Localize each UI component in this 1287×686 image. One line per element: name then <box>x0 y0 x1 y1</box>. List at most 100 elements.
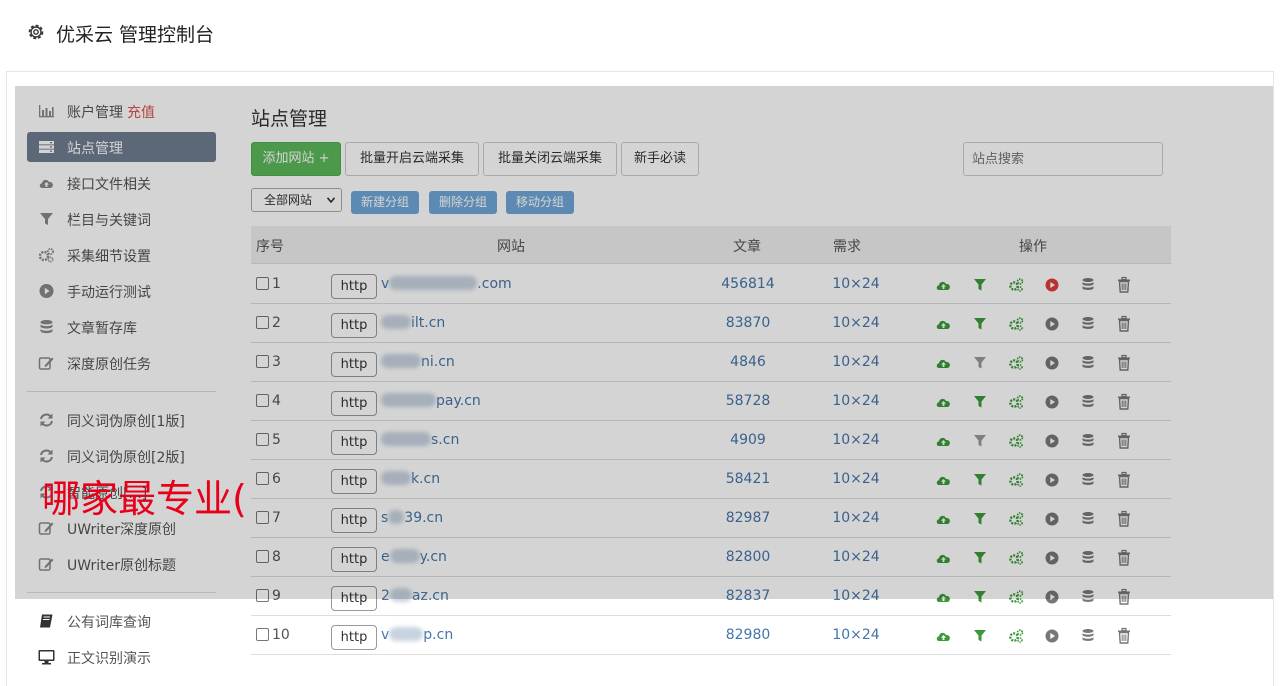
article-count-link[interactable]: 58421 <box>703 471 793 487</box>
protocol-badge[interactable]: http <box>331 430 377 455</box>
trash-icon[interactable] <box>1115 549 1133 567</box>
row-checkbox[interactable] <box>256 589 269 602</box>
filter-icon[interactable] <box>971 432 989 450</box>
sidebar-item-manual-test[interactable]: 手动运行测试 <box>27 276 216 306</box>
group-select[interactable]: 全部网站 <box>251 188 342 212</box>
cloud-upload-icon[interactable] <box>935 588 953 606</box>
article-count-link[interactable]: 82987 <box>703 510 793 526</box>
row-checkbox[interactable] <box>256 472 269 485</box>
trash-icon[interactable] <box>1115 276 1133 294</box>
site-domain-link[interactable]: k.cn <box>381 471 440 487</box>
cogs-icon[interactable] <box>1007 432 1025 450</box>
sidebar-item-uwriter-title[interactable]: UWriter原创标题 <box>27 549 216 579</box>
row-checkbox[interactable] <box>256 355 269 368</box>
delete-group-button[interactable]: 删除分组 <box>429 191 497 214</box>
play-circle-icon[interactable] <box>1043 510 1061 528</box>
play-circle-icon[interactable] <box>1043 627 1061 645</box>
sidebar-item-collect-settings[interactable]: 采集细节设置 <box>27 240 216 270</box>
sidebar-item-interface[interactable]: 接口文件相关 <box>27 168 216 198</box>
filter-icon[interactable] <box>971 471 989 489</box>
cloud-upload-icon[interactable] <box>935 393 953 411</box>
protocol-badge[interactable]: http <box>331 586 377 611</box>
play-circle-icon[interactable] <box>1043 588 1061 606</box>
site-search-input[interactable] <box>963 142 1163 176</box>
demand-link[interactable]: 10×24 <box>811 354 901 370</box>
site-domain-link[interactable]: s 39.cn <box>381 510 443 526</box>
trash-icon[interactable] <box>1115 510 1133 528</box>
cogs-icon[interactable] <box>1007 627 1025 645</box>
protocol-badge[interactable]: http <box>331 313 377 338</box>
article-count-link[interactable]: 82800 <box>703 549 793 565</box>
demand-link[interactable]: 10×24 <box>811 393 901 409</box>
demand-link[interactable]: 10×24 <box>811 627 901 643</box>
play-circle-icon[interactable] <box>1043 393 1061 411</box>
play-circle-icon[interactable] <box>1043 315 1061 333</box>
filter-icon[interactable] <box>971 627 989 645</box>
cogs-icon[interactable] <box>1007 276 1025 294</box>
site-domain-link[interactable]: pay.cn <box>381 393 481 409</box>
trash-icon[interactable] <box>1115 315 1133 333</box>
row-checkbox[interactable] <box>256 277 269 290</box>
row-checkbox[interactable] <box>256 433 269 446</box>
database-icon[interactable] <box>1079 471 1097 489</box>
play-circle-icon[interactable] <box>1043 276 1061 294</box>
trash-icon[interactable] <box>1115 393 1133 411</box>
sidebar-item-public-lexicon[interactable]: 公有词库查询 <box>27 606 216 636</box>
protocol-badge[interactable]: http <box>331 508 377 533</box>
protocol-badge[interactable]: http <box>331 391 377 416</box>
cogs-icon[interactable] <box>1007 315 1025 333</box>
demand-link[interactable]: 10×24 <box>811 588 901 604</box>
sidebar-item-text-recognition[interactable]: 正文识别演示 <box>27 642 216 672</box>
cloud-upload-icon[interactable] <box>935 510 953 528</box>
play-circle-icon[interactable] <box>1043 471 1061 489</box>
database-icon[interactable] <box>1079 354 1097 372</box>
site-domain-link[interactable]: s.cn <box>381 432 459 448</box>
filter-icon[interactable] <box>971 510 989 528</box>
cloud-upload-icon[interactable] <box>935 432 953 450</box>
database-icon[interactable] <box>1079 276 1097 294</box>
trash-icon[interactable] <box>1115 354 1133 372</box>
site-domain-link[interactable]: v .com <box>381 276 512 292</box>
article-count-link[interactable]: 82980 <box>703 627 793 643</box>
cogs-icon[interactable] <box>1007 549 1025 567</box>
trash-icon[interactable] <box>1115 471 1133 489</box>
play-circle-icon[interactable] <box>1043 432 1061 450</box>
article-count-link[interactable]: 456814 <box>703 276 793 292</box>
demand-link[interactable]: 10×24 <box>811 471 901 487</box>
cloud-upload-icon[interactable] <box>935 315 953 333</box>
database-icon[interactable] <box>1079 393 1097 411</box>
play-circle-icon[interactable] <box>1043 354 1061 372</box>
protocol-badge[interactable]: http <box>331 625 377 650</box>
database-icon[interactable] <box>1079 510 1097 528</box>
article-count-link[interactable]: 4846 <box>703 354 793 370</box>
database-icon[interactable] <box>1079 627 1097 645</box>
new-group-button[interactable]: 新建分组 <box>351 191 419 214</box>
database-icon[interactable] <box>1079 588 1097 606</box>
cloud-upload-icon[interactable] <box>935 627 953 645</box>
article-count-link[interactable]: 83870 <box>703 315 793 331</box>
cloud-upload-icon[interactable] <box>935 276 953 294</box>
row-checkbox[interactable] <box>256 511 269 524</box>
beginner-guide-button[interactable]: 新手必读 <box>621 142 699 176</box>
filter-icon[interactable] <box>971 315 989 333</box>
demand-link[interactable]: 10×24 <box>811 549 901 565</box>
play-circle-icon[interactable] <box>1043 549 1061 567</box>
cogs-icon[interactable] <box>1007 510 1025 528</box>
cogs-icon[interactable] <box>1007 471 1025 489</box>
add-site-button[interactable]: 添加网站 + <box>251 142 341 176</box>
filter-icon[interactable] <box>971 354 989 372</box>
sidebar-item-deep-original[interactable]: 深度原创任务 <box>27 348 216 378</box>
recharge-link[interactable]: 充值 <box>127 105 155 121</box>
cogs-icon[interactable] <box>1007 588 1025 606</box>
trash-icon[interactable] <box>1115 588 1133 606</box>
article-count-link[interactable]: 4909 <box>703 432 793 448</box>
protocol-badge[interactable]: http <box>331 352 377 377</box>
cogs-icon[interactable] <box>1007 393 1025 411</box>
site-domain-link[interactable]: e y.cn <box>381 549 447 565</box>
cloud-upload-icon[interactable] <box>935 549 953 567</box>
demand-link[interactable]: 10×24 <box>811 432 901 448</box>
protocol-badge[interactable]: http <box>331 547 377 572</box>
row-checkbox[interactable] <box>256 316 269 329</box>
demand-link[interactable]: 10×24 <box>811 315 901 331</box>
database-icon[interactable] <box>1079 549 1097 567</box>
